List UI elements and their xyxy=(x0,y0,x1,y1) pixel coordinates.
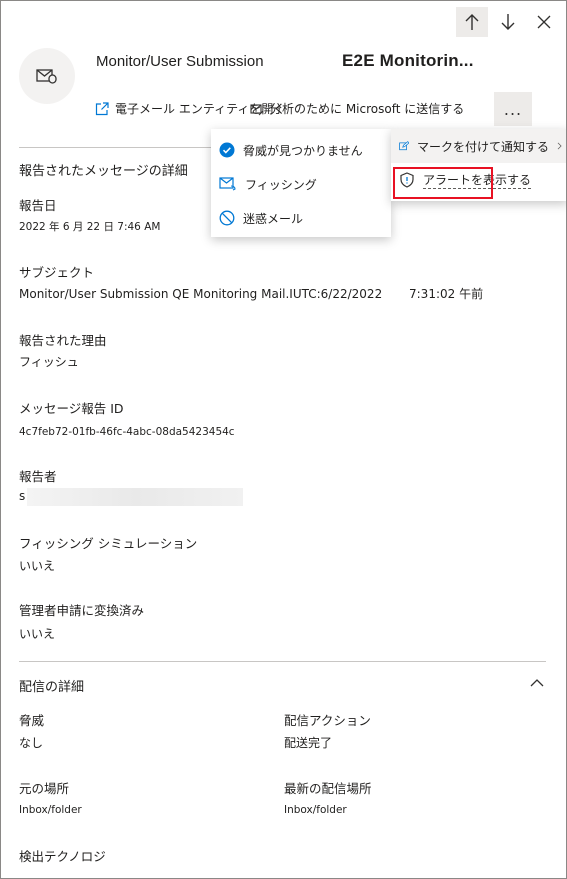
admin-conv-label: 管理者申請に変換済み xyxy=(19,603,145,618)
section-title-details: 報告されたメッセージの詳細 xyxy=(19,164,188,179)
reported-date-label: 報告日 xyxy=(19,198,57,213)
threat-value: なし xyxy=(19,736,44,750)
reason-label: 報告された理由 xyxy=(19,333,107,348)
menu-item-label: 迷惑メール xyxy=(243,211,304,226)
menu-item-phishing[interactable]: フィッシング xyxy=(211,167,391,201)
arrow-down-icon xyxy=(501,14,515,30)
action-bar: 電子メール エンティティを開く 分析のために Microsoft に送信する xyxy=(95,100,464,117)
chevron-right-icon xyxy=(557,142,562,150)
redacted-reporter xyxy=(27,488,243,506)
divider xyxy=(19,661,546,662)
classification-menu: 脅威が見つかりません フィッシング 迷惑メール xyxy=(211,129,391,237)
subject-label: サブジェクト xyxy=(19,265,95,280)
admin-conv-value: いいえ xyxy=(19,627,56,641)
highlight-box xyxy=(393,167,493,199)
check-circle-icon xyxy=(219,142,235,158)
open-external-icon xyxy=(95,101,109,115)
submit-icon xyxy=(250,103,264,115)
reason-value: フィッシュ xyxy=(19,355,79,369)
menu-item-label: マークを付けて通知する xyxy=(416,139,549,154)
edit-icon xyxy=(399,141,409,151)
latest-location-label: 最新の配信場所 xyxy=(284,781,372,796)
menu-item-label: 脅威が見つかりません xyxy=(243,143,363,158)
chevron-up-icon[interactable] xyxy=(530,678,544,687)
submit-label: 分析のために Microsoft に送信する xyxy=(270,102,465,116)
previous-item-button[interactable] xyxy=(456,7,488,37)
menu-item-junk[interactable]: 迷惑メール xyxy=(211,201,391,235)
close-button[interactable] xyxy=(528,7,560,37)
next-item-button[interactable] xyxy=(492,7,524,37)
original-location-label: 元の場所 xyxy=(19,781,70,796)
phish-icon xyxy=(219,177,236,191)
subject-value: Monitor/User Submission QE Monitoring Ma… xyxy=(19,287,383,301)
menu-item-label: フィッシング xyxy=(245,177,317,192)
more-actions-button[interactable]: ... xyxy=(494,92,532,126)
avatar xyxy=(19,48,75,104)
menu-item-mark-and-notify[interactable]: マークを付けて通知する xyxy=(391,129,566,163)
phish-sim-value: いいえ xyxy=(19,559,56,573)
close-icon xyxy=(537,15,551,29)
details-panel: Monitor/User Submission E2E Monitorin...… xyxy=(0,0,567,879)
panel-nav xyxy=(456,7,560,37)
message-id-value: 4c7feb72-01fb-46fc-4abc-08da5423454c xyxy=(19,426,235,438)
block-icon xyxy=(219,210,235,226)
detection-label: 検出テクノロジ xyxy=(19,849,106,864)
reporter-label: 報告者 xyxy=(19,469,57,484)
subject-time: 7:31:02 午前 xyxy=(409,287,484,301)
page-title: Monitor/User Submission xyxy=(96,53,264,70)
submit-to-microsoft-button[interactable]: 分析のために Microsoft に送信する xyxy=(250,100,464,117)
threat-label: 脅威 xyxy=(19,713,45,728)
section-title-delivery: 配信の詳細 xyxy=(19,680,85,695)
original-location-value: Inbox/folder xyxy=(19,804,82,816)
reporter-value: s xyxy=(19,489,26,503)
reported-date-value: 2022 年 6 月 22 日 7:46 AM xyxy=(19,221,161,233)
latest-location-value: Inbox/folder xyxy=(284,804,347,816)
mail-attachment-icon xyxy=(36,69,57,84)
subject-title: E2E Monitorin... xyxy=(342,51,474,70)
delivery-action-value: 配送完了 xyxy=(284,736,333,750)
phish-sim-label: フィッシング シミュレーション xyxy=(19,536,198,551)
message-id-label: メッセージ報告 ID xyxy=(19,401,124,416)
menu-item-no-threat[interactable]: 脅威が見つかりません xyxy=(211,133,391,167)
arrow-up-icon xyxy=(465,14,479,30)
delivery-action-label: 配信アクション xyxy=(284,713,371,728)
